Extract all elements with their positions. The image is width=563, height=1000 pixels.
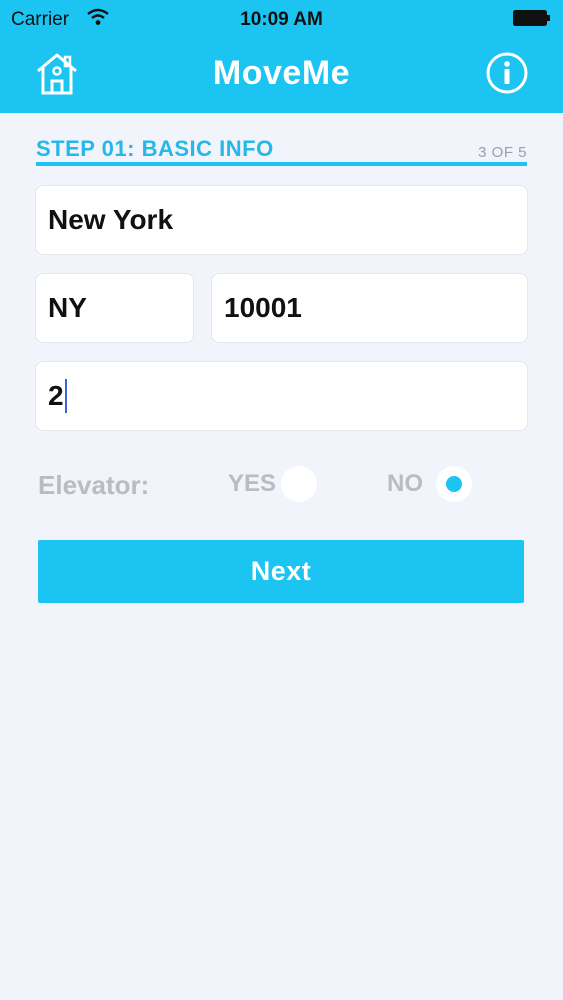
step-title: STEP 01: BASIC INFO	[36, 136, 274, 161]
status-time: 10:09 AM	[240, 9, 323, 30]
floor-value: 2	[48, 380, 64, 411]
nav-bar: MoveMe	[0, 38, 563, 113]
elevator-yes-label: YES	[228, 470, 277, 497]
radio-selected-dot	[446, 476, 462, 492]
step-counter: 3 OF 5	[478, 144, 527, 161]
battery-icon	[513, 10, 550, 26]
app-title: MoveMe	[212, 54, 351, 92]
state-value: NY	[48, 292, 87, 323]
city-value: New York	[48, 204, 174, 235]
status-bar: Carrier 10:09 AM	[0, 0, 563, 38]
step-divider	[36, 162, 527, 166]
elevator-label: Elevator:	[38, 470, 150, 500]
elevator-row: Elevator: YES NO	[38, 466, 528, 506]
zip-value: 10001	[224, 292, 302, 323]
next-button[interactable]: Next	[38, 540, 524, 603]
info-button[interactable]	[485, 51, 529, 95]
city-field[interactable]: New York	[35, 185, 528, 255]
elevator-yes-radio[interactable]	[281, 466, 317, 502]
elevator-no-label: NO	[387, 470, 423, 497]
zip-field[interactable]: 10001	[211, 273, 528, 343]
text-cursor	[64, 379, 67, 413]
floor-field[interactable]: 2	[35, 361, 528, 431]
info-icon	[486, 52, 528, 94]
state-field[interactable]: NY	[35, 273, 194, 343]
app-header: Carrier 10:09 AM MoveMe	[0, 0, 563, 113]
step-header: STEP 01: BASIC INFO 3 OF 5	[36, 136, 527, 168]
elevator-no-radio[interactable]	[436, 466, 472, 502]
